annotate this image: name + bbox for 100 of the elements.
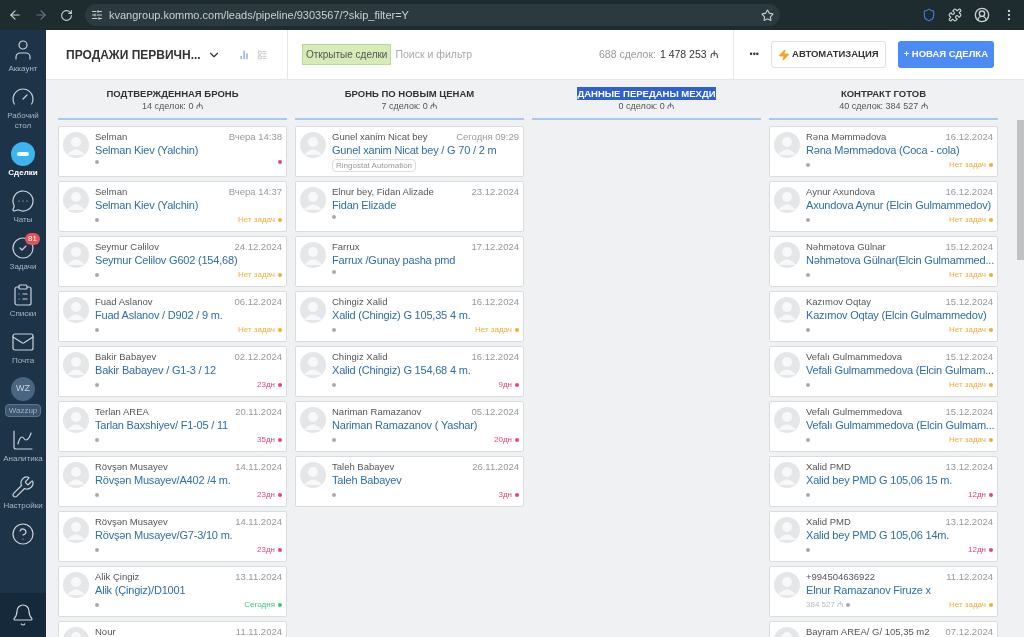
lead-title[interactable]: Rəna Məmmədova (Coca - cola) [806,143,993,158]
column-summary: 0 сделок: 0 ₼ [618,99,675,112]
contact-name: Taleh Babayev [332,460,395,473]
lead-title[interactable]: Elnur Ramazanov Firuze x [806,583,993,598]
lead-card[interactable]: Selman Вчера 14:38 Selman Kiev (Yalchin) [58,126,287,177]
lead-title[interactable]: Nəhmətova Gülnar(Elcin Gulmammed... [806,253,993,268]
lead-title[interactable]: Taleh Babayev [332,473,519,488]
more-button[interactable]: ••• [749,47,759,62]
lead-card[interactable]: Taleh Babayev 26.11.2024 Taleh Babayev 3дн [295,456,524,507]
lead-title[interactable]: Xalid (Chingiz) G 154,68 4 m. [332,363,519,378]
site-settings-icon[interactable] [91,9,103,21]
lead-title[interactable]: Xalid bey PMD G 105,06 15 m. [806,473,993,488]
lead-title[interactable]: Tarlan Baxshiyev/ F1-05 / 11 [95,418,282,433]
chart-icon [11,428,35,452]
sidebar-item[interactable]: WZ Wazzup [0,373,46,421]
lead-title[interactable]: Selman Kiev (Yalchin) [95,143,282,158]
lead-title[interactable]: Alik (Çingiz)/D1001 [95,583,282,598]
lead-card[interactable]: Elnur bey, Fidan Alizade 23.12.2024 Fidan Elizade [295,181,524,232]
lead-title[interactable]: Axundova Aynur (Elcin Gulmammedov) [806,198,993,213]
card-date: 11.11.2024 [235,625,282,637]
lead-card[interactable]: Nour 11.11.2024 [58,621,287,637]
profile-icon[interactable] [974,7,990,23]
lead-title[interactable]: Fidan Elizade [332,198,519,213]
lead-card[interactable]: Xalid PMD 13.12.2024 Xalid bey PMD G 105,06 14m. 12дн [769,511,998,562]
filter-tag[interactable]: Открытые сделки [302,44,392,65]
lead-card[interactable]: Nariman Ramazanov 05.12.2024 Nariman Ramazanov ( Yashar) 20дн [295,401,524,452]
lead-card[interactable]: Vefalı Gulmemmedova 15.12.2024 Vefalı Gulmammedova (Elcin Gulmam... Нет задач [769,401,998,452]
lead-title[interactable]: Xalid (Chingiz) G 105,35 4 m. [332,308,519,323]
task-status: 23дн [257,490,275,500]
sidebar-item[interactable]: Почта [0,326,46,370]
lead-card[interactable]: Farrux 17.12.2024 Farrux /Gunay pasha pmd [295,236,524,287]
lead-title[interactable]: Vefalı Gulmammedova (Elcin Gulmam... [806,418,993,433]
search-field[interactable]: Поиск и фильтр [395,46,595,63]
card-date: 24.12.2024 [234,240,282,253]
contact-name: Nour [95,625,116,637]
sidebar-item[interactable]: Настройки [0,471,46,515]
lead-title[interactable]: Gunel xanim Nicat bey / G 70 / 2 m [332,143,519,158]
lead-title[interactable]: Nariman Ramazanov ( Yashar) [332,418,519,433]
lead-card[interactable]: Rövşən Musayev 14.11.2024 Rövşən Musayev/G7-3/10 m. 23дн [58,511,287,562]
address-bar[interactable]: kvangroup.kommo.com/leads/pipeline/9303567/?skip_filter=Y [85,4,780,26]
sidebar-item[interactable]: Сделки [0,138,46,182]
star-icon[interactable] [761,8,774,22]
contact-name: Gunel xanim Nicat bey [332,130,428,143]
sidebar-item[interactable]: 81 Задачи [0,232,46,276]
avatar-icon [63,297,89,323]
lead-title[interactable]: Rövşən Musayev/G7-3/10 m. [95,528,282,543]
lead-title[interactable]: Bakir Babayev / G1-3 / 12 [95,363,282,378]
sidebar-item[interactable]: Чаты [0,185,46,229]
lead-card[interactable]: Selman Вчера 14:37 Selman Kiev (Yalchin) Нет задач [58,181,287,232]
sidebar-item[interactable]: Рабочий стол [0,81,46,135]
sidebar-item[interactable]: Списки [0,279,46,323]
lead-title[interactable]: Rövşən Musayev/A402 /4 m. [95,473,282,488]
pipeline-selector[interactable]: ПРОДАЖИ ПЕРВИЧН... [66,45,221,64]
lead-card[interactable]: Vefalı Gulmammedova 15.12.2024 Vefali Gulmammedova (Elcin Gulmam... Нет задач [769,346,998,397]
reload-icon[interactable] [60,8,73,22]
contact-name: Selman [95,185,128,198]
lead-card[interactable]: Gunel xanim Nicat bey Сегодня 09:29 Gunel xanim Nicat bey / G 70 / 2 m Ringostat Automation [295,126,524,177]
bell-icon [11,603,35,627]
lead-card[interactable]: Bayram AREA/ G/ 105,35 m2 07.12.2024 [769,621,998,637]
task-status: 12дн [968,545,986,555]
lead-card[interactable]: Chingiz Xalid 16.12.2024 Xalid (Chingiz) G 154,68 4 m. 9дн [295,346,524,397]
avatar-icon [300,132,326,158]
lead-card[interactable]: Bakir Babayev 02.12.2024 Bakir Babayev / G1-3 / 12 23дн [58,346,287,397]
lead-card[interactable]: Seymur Cəlilov 24.12.2024 Seymur Celilov G602 (154,68) Нет задач [58,236,287,287]
avatar-icon [63,517,89,543]
lead-card[interactable]: Fuad Aslanov 06.12.2024 Fuad Aslanov / D902 / 9 m. Нет задач [58,291,287,342]
lead-title[interactable]: Fuad Aslanov / D902 / 9 m. [95,308,282,323]
lead-card[interactable]: Chingiz Xalid 16.12.2024 Xalid (Chingiz) G 105,35 4 m. Нет задач [295,291,524,342]
lightning-icon [778,48,790,61]
lead-title[interactable]: Seymur Celilov G602 (154,68) [95,253,282,268]
lead-card[interactable]: Kazımov Oqtay 15.12.2024 Kazımov Oqtay (Elcin Gulmammedov) Нет задач [769,291,998,342]
url-text: kvangroup.kommo.com/leads/pipeline/9303567/?skip_filter=Y [109,7,410,23]
automation-button[interactable]: АВТОМАТИЗАЦИЯ [771,41,886,68]
shield-icon[interactable] [922,8,936,22]
lead-title[interactable]: Selman Kiev (Yalchin) [95,198,282,213]
lead-title[interactable]: Kazımov Oqtay (Elcin Gulmammedov) [806,308,993,323]
lead-card[interactable]: Nəhmətova Gülnar 15.12.2024 Nəhmətova Gülnar(Elcin Gulmammed... Нет задач [769,236,998,287]
contact-name: Rövşən Musayev [95,515,168,528]
lead-title[interactable]: Vefali Gulmammedova (Elcin Gulmam... [806,363,993,378]
lead-card[interactable]: Aynur Axundova 16.12.2024 Axundova Aynur (Elcin Gulmammedov) Нет задач [769,181,998,232]
clipboard-icon [11,283,35,307]
contact-name: Terlan AREA [95,405,149,418]
lead-card[interactable]: Rövşən Musayev 14.11.2024 Rövşən Musayev/A402 /4 m. 23дн [58,456,287,507]
forward-icon[interactable] [34,8,48,22]
sidebar-label: Чаты [13,215,33,225]
back-icon[interactable] [8,8,22,22]
lead-card[interactable]: Terlan AREA 20.11.2024 Tarlan Baxshiyev/ F1-05 / 11 35дн [58,401,287,452]
card-date: 11.12.2024 [946,570,993,583]
sidebar-item[interactable] [0,593,46,637]
sidebar-label: Настройки [3,501,43,511]
lead-title[interactable]: Xalid bey PMD G 105,06 14m. [806,528,993,543]
scrollbar[interactable] [1017,120,1024,260]
lead-card[interactable]: Xalid PMD 13.12.2024 Xalid bey PMD G 105,06 15 m. 12дн [769,456,998,507]
lead-title[interactable]: Farrux /Gunay pasha pmd [332,253,519,268]
extensions-icon[interactable] [948,8,962,22]
lead-card[interactable]: Rəna Məmmədova 16.12.2024 Rəna Məmmədova (Coca - cola) Нет задач [769,126,998,177]
sidebar-item[interactable]: Аналитика [0,424,46,468]
sidebar-item[interactable]: Аккаунт [0,34,46,78]
card-date: 16.12.2024 [471,295,519,308]
lead-card[interactable]: Alik Çingiz 13.11.2024 Alik (Çingiz)/D1001 Сегодня [58,566,287,617]
